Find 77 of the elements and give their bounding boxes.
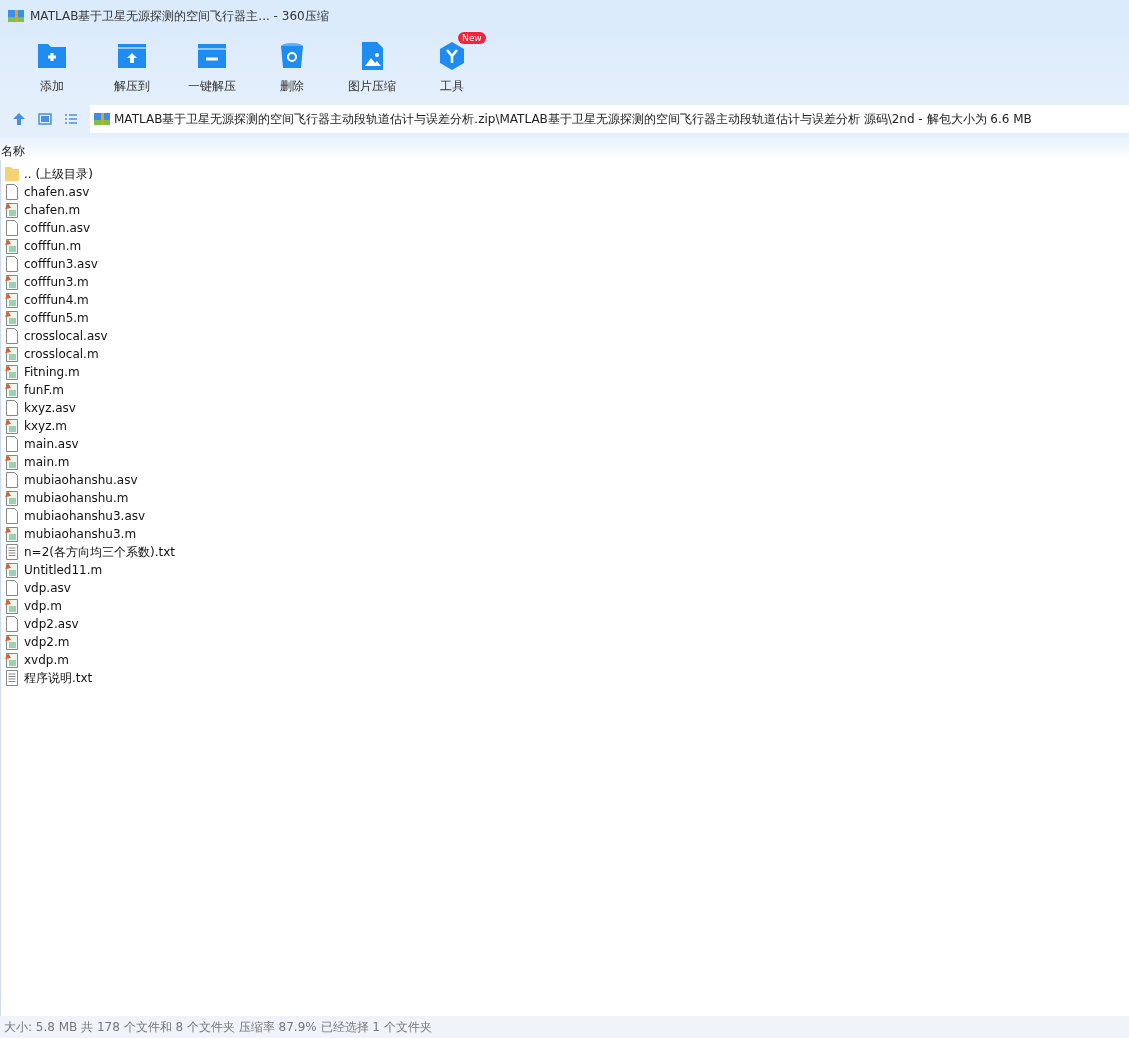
file-name[interactable]: main.asv: [24, 437, 79, 451]
list-view-icon[interactable]: [64, 112, 78, 126]
matlab-file-icon: [4, 364, 20, 380]
delete-button[interactable]: 删除: [252, 32, 332, 100]
file-name[interactable]: n=2(各方向均三个系数).txt: [24, 543, 175, 561]
file-icon: [4, 616, 20, 632]
status-text: 大小: 5.8 MB 共 178 个文件和 8 个文件夹 压缩率 87.9% 已经选择 1 个文件夹: [4, 1018, 432, 1036]
matlab-file-icon: [4, 202, 20, 218]
file-name[interactable]: mubiaohanshu3.m: [24, 527, 137, 541]
file-name[interactable]: main.m: [24, 455, 70, 469]
matlab-file-icon: [4, 310, 20, 326]
file-name[interactable]: cofffun.asv: [24, 221, 91, 235]
tools-button[interactable]: New 工具: [412, 32, 492, 100]
matlab-file-icon: [4, 652, 20, 668]
file-name[interactable]: vdp2.asv: [24, 617, 79, 631]
matlab-file-icon: [4, 382, 20, 398]
address-field[interactable]: MATLAB基于卫星无源探测的空间飞行器主动段轨道估计与误差分析.zip\MATLAB基于卫星无源探测的空间飞行器主动段轨道估计与误差分析 源码\2nd - 解包大小为 6.6 MB: [90, 105, 1129, 133]
file-icon: [4, 220, 20, 236]
folder-minus-icon: [196, 42, 228, 70]
file-icon: [4, 184, 20, 200]
file-name[interactable]: crosslocal.asv: [24, 329, 108, 343]
file-name[interactable]: cofffun3.m: [24, 275, 89, 289]
file-name[interactable]: 程序说明.txt: [24, 669, 93, 687]
file-name[interactable]: cofffun4.m: [24, 293, 89, 307]
file-name[interactable]: mubiaohanshu.m: [24, 491, 129, 505]
file-name[interactable]: kxyz.m: [24, 419, 67, 433]
file-name[interactable]: funF.m: [24, 383, 64, 397]
file-icon: [4, 328, 20, 344]
file-name[interactable]: cofffun5.m: [24, 311, 89, 325]
folder-upload-icon: [116, 42, 148, 70]
file-name[interactable]: crosslocal.m: [24, 347, 99, 361]
matlab-file-icon: [4, 598, 20, 614]
extract-button[interactable]: 解压到: [92, 32, 172, 100]
matlab-file-icon: [4, 490, 20, 506]
file-name[interactable]: chafen.m: [24, 203, 81, 217]
matlab-file-icon: [4, 238, 20, 254]
add-button[interactable]: 添加: [12, 32, 92, 100]
file-name[interactable]: mubiaohanshu.asv: [24, 473, 138, 487]
matlab-file-icon: [4, 454, 20, 470]
file-icon: [4, 256, 20, 272]
file-name[interactable]: xvdp.m: [24, 653, 69, 667]
up-arrow-icon[interactable]: [12, 112, 26, 126]
file-name[interactable]: vdp2.m: [24, 635, 70, 649]
matlab-file-icon: [4, 526, 20, 542]
folder-plus-icon: [36, 42, 68, 70]
file-name[interactable]: mubiaohanshu3.asv: [24, 509, 146, 523]
file-icon: [4, 472, 20, 488]
file-name[interactable]: vdp.m: [24, 599, 62, 613]
folder-icon: [4, 166, 20, 182]
file-name[interactable]: Untitled11.m: [24, 563, 103, 577]
file-name[interactable]: cofffun.m: [24, 239, 82, 253]
file-name[interactable]: kxyz.asv: [24, 401, 76, 415]
matlab-file-icon: [4, 292, 20, 308]
matlab-file-icon: [4, 562, 20, 578]
file-name[interactable]: vdp.asv: [24, 581, 71, 595]
archive-icon: [94, 111, 110, 127]
file-icon: [4, 508, 20, 524]
text-file-icon: [4, 544, 20, 560]
column-header[interactable]: 名称: [0, 143, 25, 160]
matlab-file-icon: [4, 634, 20, 650]
file-icon: [4, 436, 20, 452]
file-name[interactable]: Fitning.m: [24, 365, 80, 379]
image-button[interactable]: 图片压缩: [332, 32, 412, 100]
new-badge: New: [458, 32, 486, 44]
file-name[interactable]: cofffun3.asv: [24, 257, 98, 271]
file-name[interactable]: .. (上级目录): [24, 165, 93, 183]
archive-icon: [8, 8, 24, 24]
matlab-file-icon: [4, 274, 20, 290]
matlab-file-icon: [4, 346, 20, 362]
text-file-icon: [4, 670, 20, 686]
file-name[interactable]: chafen.asv: [24, 185, 90, 199]
thumbnail-view-icon[interactable]: [38, 112, 52, 126]
file-icon: [4, 580, 20, 596]
extract-one-button[interactable]: 一键解压: [172, 32, 252, 100]
window-title: MATLAB基于卫星无源探测的空间飞行器主... - 360压缩: [30, 7, 329, 25]
file-icon: [4, 400, 20, 416]
matlab-file-icon: [4, 418, 20, 434]
